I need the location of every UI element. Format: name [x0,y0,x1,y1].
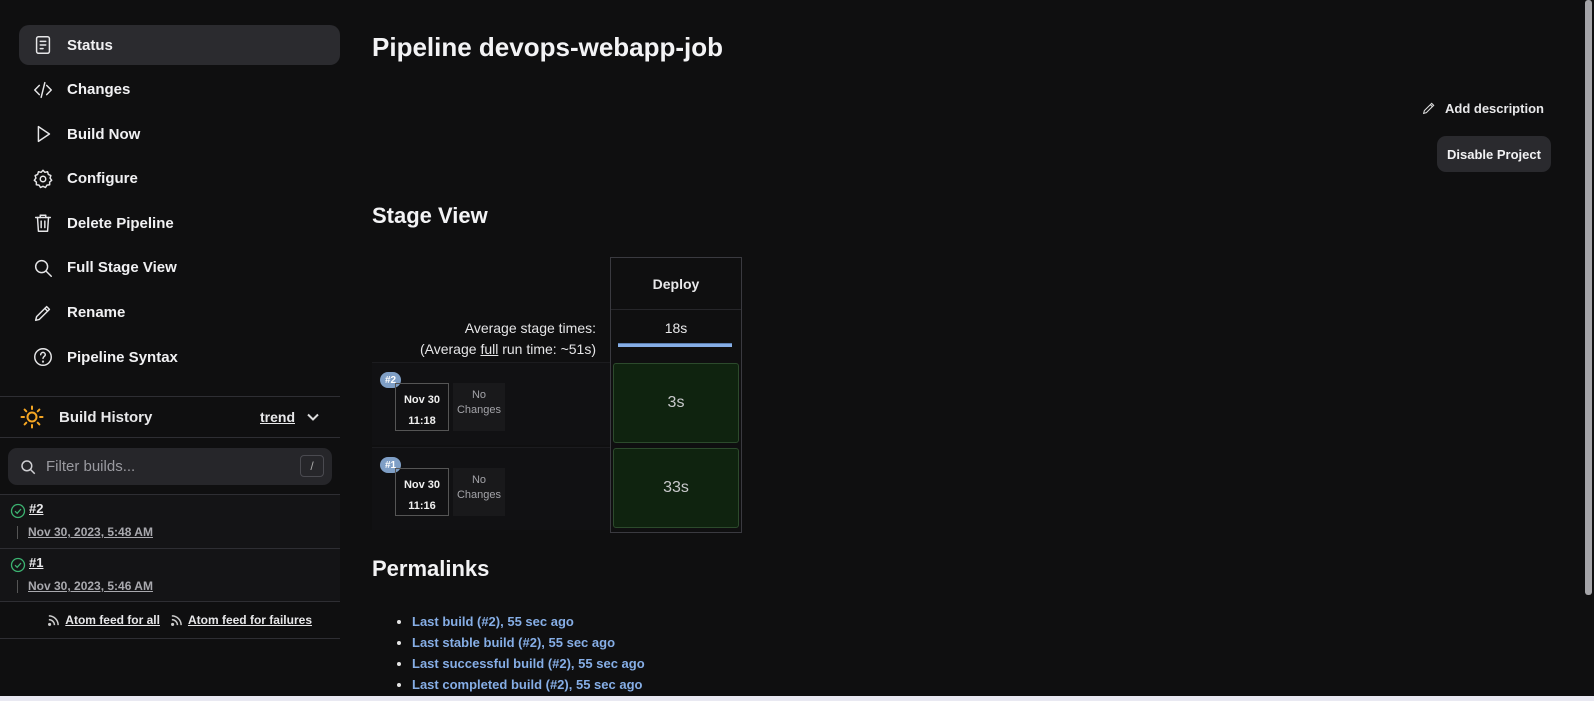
search-icon [34,259,52,277]
stage-cell-success[interactable]: 3s [613,363,739,443]
build-number-link[interactable]: #1 [29,555,43,570]
shortcut-hint: / [300,455,324,477]
stage-average-time: 18s [611,310,741,355]
trend-link[interactable]: trend [260,409,295,425]
build-history-title: Build History [59,408,153,426]
no-changes-line2: Changes [456,489,502,501]
pencil-icon [1422,102,1435,115]
permalink-last-stable-build[interactable]: Last stable build (#2), 55 sec ago [412,635,615,650]
avg-full-run-label: (Average full run time: ~51s) [420,339,596,360]
add-description-link[interactable]: Add description [1421,100,1544,116]
permalink-item: Last build (#2), 55 sec ago [412,611,645,632]
run-date: Nov 30 11:18 [395,383,449,431]
trash-icon [34,214,52,233]
average-stage-times-label: Average stage times: (Average full run t… [420,318,596,360]
scrollbar-thumb[interactable] [1585,0,1592,595]
task-delete-pipeline[interactable]: Delete Pipeline [19,203,340,243]
rss-icon [170,614,182,626]
search-icon [21,459,36,474]
rss-icon [48,614,60,626]
run-date-time: 11:16 [408,500,436,512]
task-changes[interactable]: Changes [19,70,340,110]
build-row[interactable]: #2 Nov 30, 2023, 5:48 AM [0,494,340,548]
timeline-line [17,526,18,539]
task-label: Configure [67,170,138,188]
average-time-bar [618,343,732,347]
success-icon [10,503,26,519]
permalink-item: Last completed build (#2), 55 sec ago [412,674,645,695]
atom-feed-all-label: Atom feed for all [65,613,160,627]
task-label: Full Stage View [67,259,177,277]
stage-column-deploy: Deploy 18s 3s 33s [610,257,742,533]
task-full-stage-view[interactable]: Full Stage View [19,248,340,288]
build-date-link[interactable]: Nov 30, 2023, 5:48 AM [28,525,153,539]
code-icon [34,81,52,98]
task-label: Rename [67,304,126,322]
play-icon [37,126,51,143]
avg-stage-label: Average stage times: [464,320,596,336]
disable-project-button[interactable]: Disable Project [1437,136,1551,172]
build-number-link[interactable]: #2 [29,501,43,516]
page-title: Pipeline devops-webapp-job [372,32,724,62]
stage-view-heading: Stage View [372,203,488,228]
task-configure[interactable]: Configure [19,159,340,199]
task-label: Build Now [67,125,141,143]
permalink-last-completed-build[interactable]: Last completed build (#2), 55 sec ago [412,677,642,692]
build-row[interactable]: #1 Nov 30, 2023, 5:46 AM [0,548,340,602]
stage-cell-success[interactable]: 33s [613,448,739,528]
task-label: Status [67,36,113,54]
atom-feeds: Atom feed for all Atom feed for failures [0,601,340,639]
stage-header: Deploy [611,258,741,310]
sun-icon [20,405,44,429]
task-status[interactable]: Status [19,25,340,65]
no-changes: No Changes [453,383,505,431]
no-changes-line1: No [471,474,487,486]
chevron-down-icon[interactable] [306,410,320,424]
filter-builds-box: / [8,448,332,485]
sidebar: Status Changes Build Now Configure Delet… [0,0,340,701]
permalink-last-successful-build[interactable]: Last successful build (#2), 55 sec ago [412,656,645,671]
help-icon [34,348,52,367]
avg-full-suffix: run time: ~51s) [498,341,596,357]
run-date-day: Nov 30 [403,394,441,406]
run-date: Nov 30 11:16 [395,468,449,516]
task-pipeline-syntax[interactable]: Pipeline Syntax [19,337,340,377]
permalink-item: Last successful build (#2), 55 sec ago [412,653,645,674]
document-icon [35,36,51,54]
run-date-day: Nov 30 [403,479,441,491]
success-icon [10,557,26,573]
bottom-edge [0,696,1594,701]
timeline-line [17,580,18,593]
permalinks-heading: Permalinks [372,556,490,581]
scrollbar[interactable] [1584,0,1594,701]
build-date-link[interactable]: Nov 30, 2023, 5:46 AM [28,579,153,593]
pencil-icon [34,305,51,321]
permalink-item: Last stable build (#2), 55 sec ago [412,632,645,653]
task-label: Changes [67,81,131,99]
permalinks-list: Last build (#2), 55 sec ago Last stable … [412,611,645,695]
build-history-header: Build History trend [0,396,340,438]
gear-icon [33,169,53,189]
task-build-now[interactable]: Build Now [19,114,340,154]
permalink-last-build[interactable]: Last build (#2), 55 sec ago [412,614,574,629]
full-link[interactable]: full [480,341,498,357]
run-date-time: 11:18 [408,415,436,427]
no-changes: No Changes [453,468,505,516]
stage-average-value: 18s [664,320,688,336]
filter-builds-input[interactable] [46,458,286,475]
avg-full-prefix: (Average [419,341,481,357]
task-list: Status Changes Build Now Configure Delet… [19,25,340,382]
atom-feed-failures-label: Atom feed for failures [187,613,312,627]
no-changes-line2: Changes [456,404,502,416]
run-row: #1 Nov 30 11:16 No Changes [372,447,610,530]
task-rename[interactable]: Rename [19,293,340,333]
task-label: Pipeline Syntax [67,348,178,366]
task-label: Delete Pipeline [67,214,174,232]
run-row: #2 Nov 30 11:18 No Changes [372,362,610,445]
atom-feed-all-link[interactable]: Atom feed for all [47,613,160,627]
add-description-label: Add description [1445,100,1544,116]
no-changes-line1: No [471,389,487,401]
atom-feed-failures-link[interactable]: Atom feed for failures [170,613,312,627]
